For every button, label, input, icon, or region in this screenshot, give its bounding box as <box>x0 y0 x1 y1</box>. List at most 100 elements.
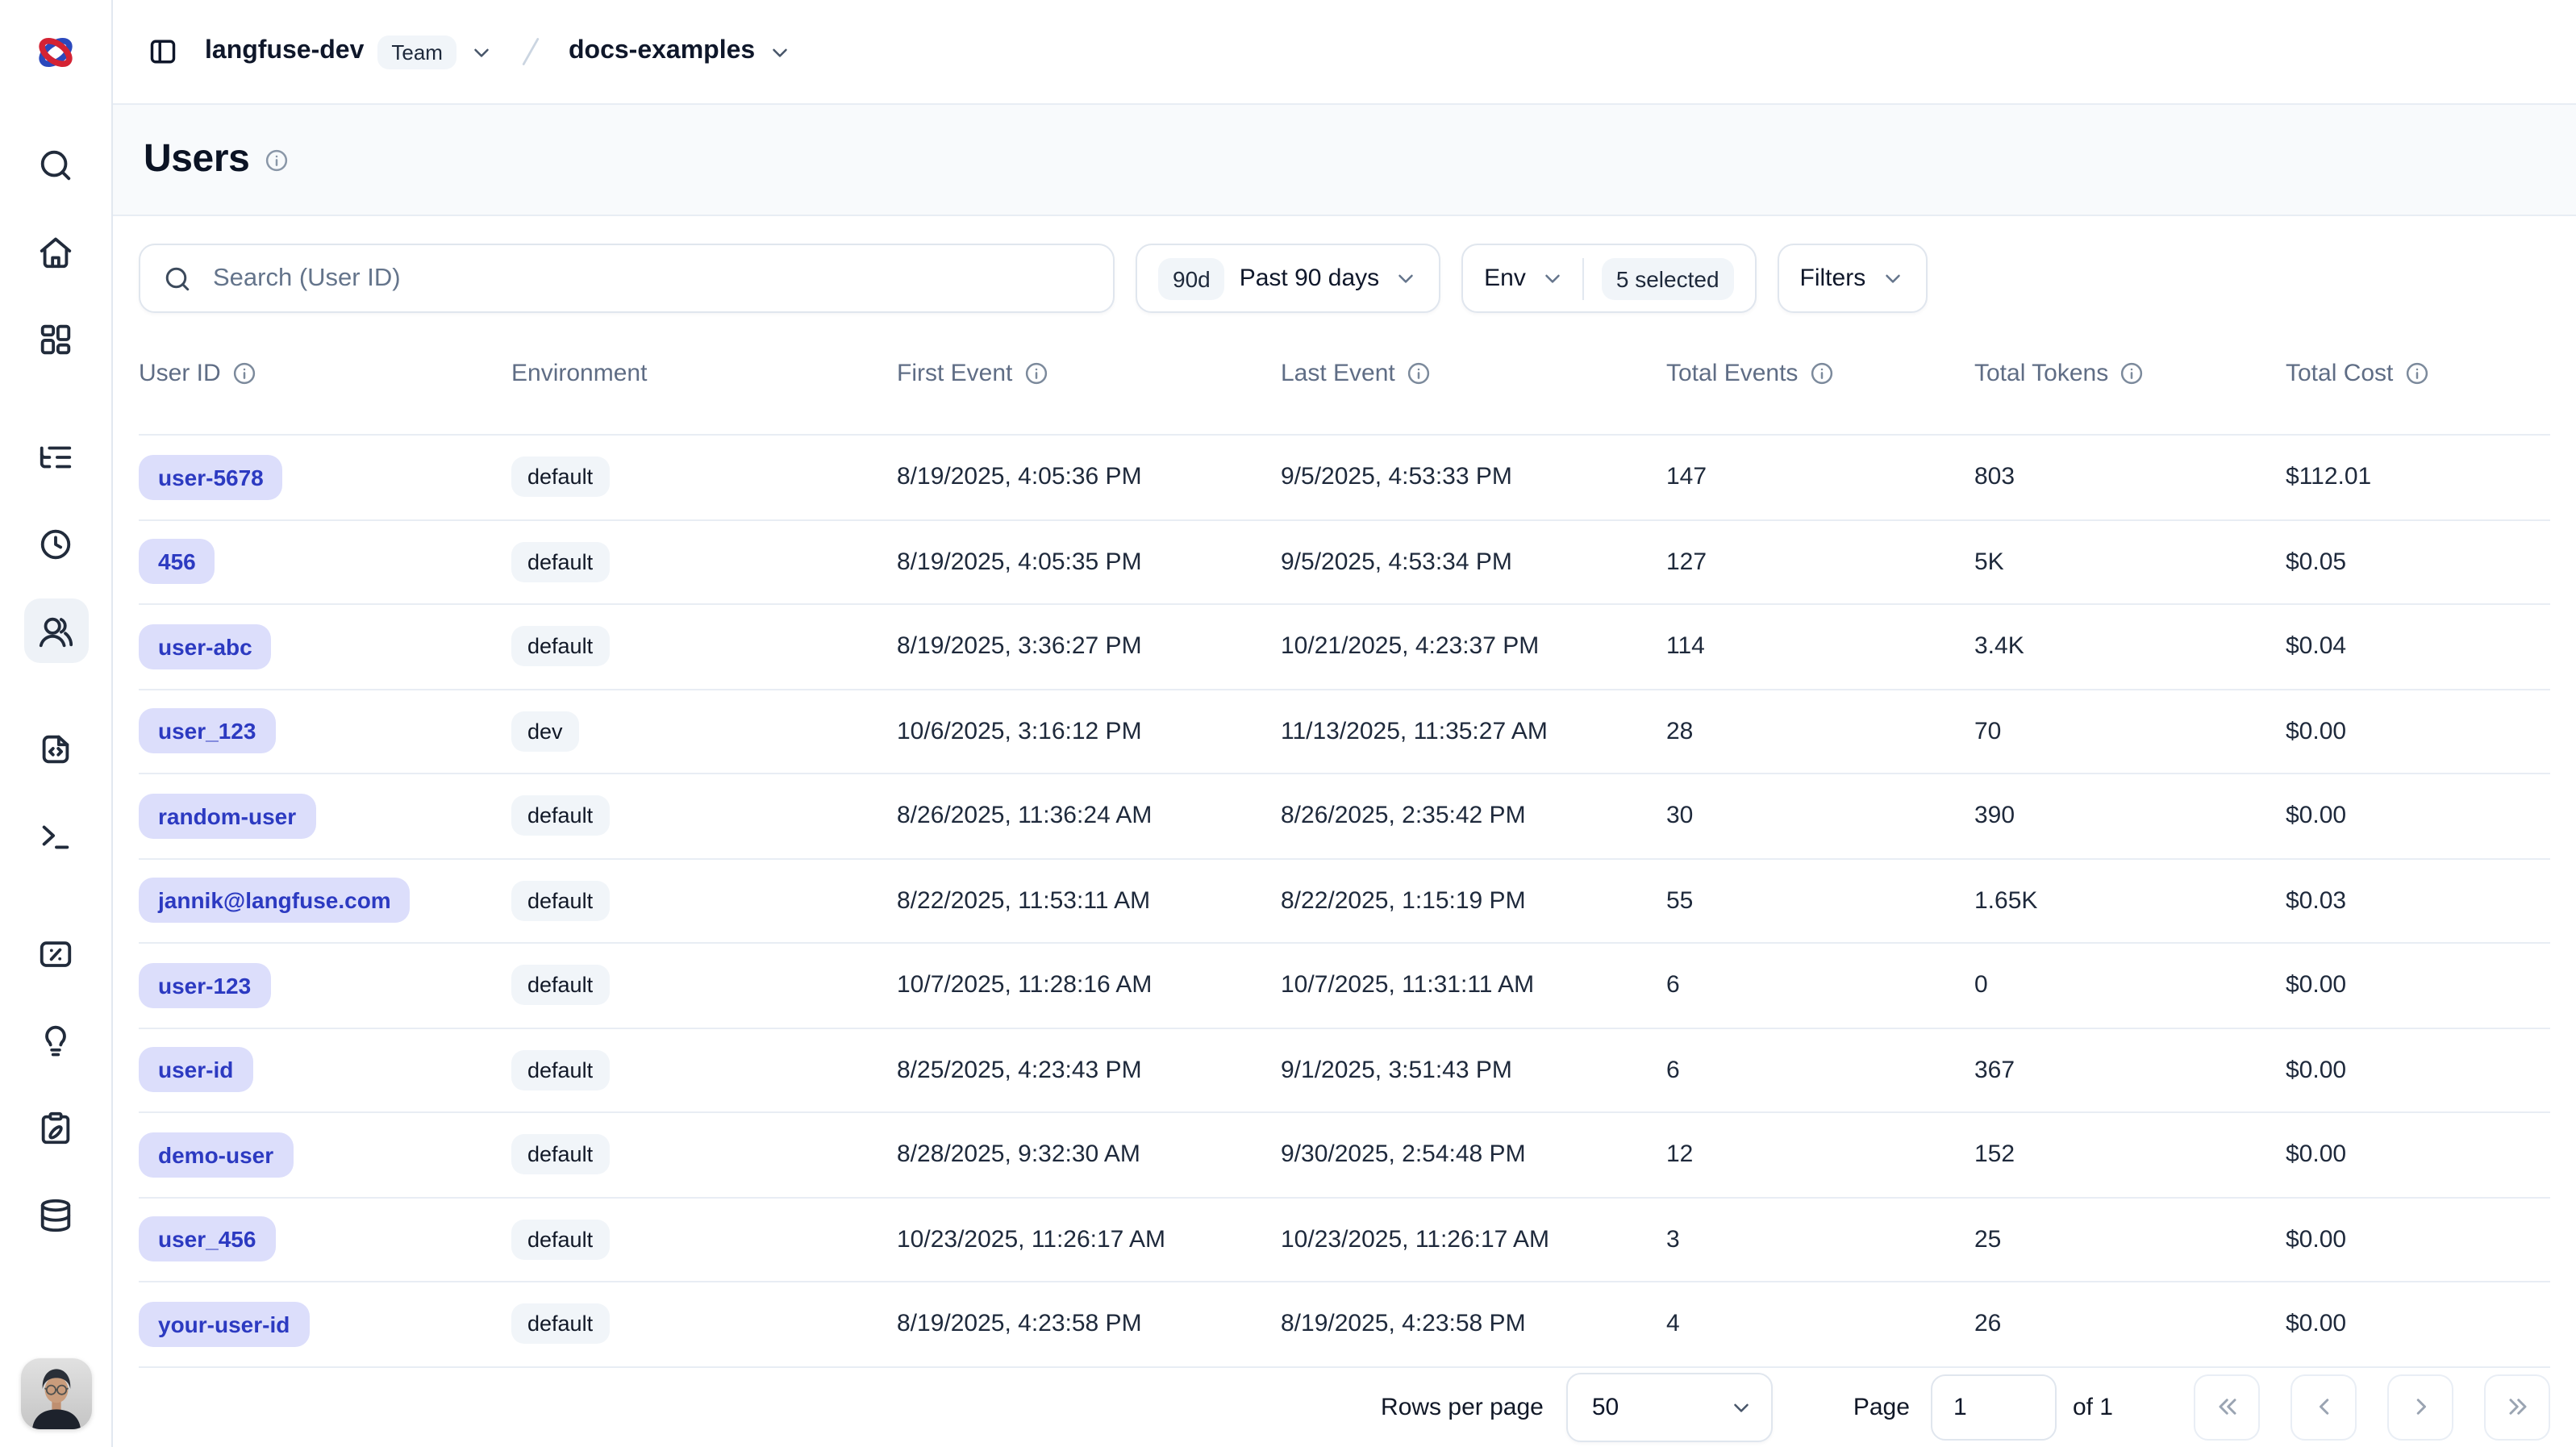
sidebar-item-search[interactable] <box>23 132 88 197</box>
environment-badge: dev <box>511 711 579 752</box>
search-icon <box>37 146 74 183</box>
app-viewport: langfuse-dev Team docs-examples Users <box>0 0 2576 1447</box>
sidebar-item-insights[interactable] <box>23 1008 88 1073</box>
page-number-input[interactable] <box>1931 1374 2057 1441</box>
table-row[interactable]: jannik@langfuse.comdefault8/22/2025, 11:… <box>139 857 2550 942</box>
column-info-icon[interactable] <box>2404 361 2428 386</box>
user-id-badge[interactable]: user_123 <box>139 709 275 754</box>
column-label: Last Event <box>1281 360 1395 387</box>
total-tokens-cell: 152 <box>1974 1141 2286 1169</box>
total-tokens-cell: 5K <box>1974 548 2286 576</box>
environment-badge: default <box>511 881 609 921</box>
sidebar-item-prompts[interactable] <box>23 716 88 781</box>
chevron-left-icon <box>2309 1393 2338 1422</box>
previous-page-button[interactable] <box>2290 1374 2357 1441</box>
environment-filter-button[interactable]: Env 5 selected <box>1461 244 1756 313</box>
page-label: Page <box>1853 1394 1910 1421</box>
user-id-badge[interactable]: user-123 <box>139 963 270 1008</box>
total-cost-cell: $0.03 <box>2286 887 2550 915</box>
total-cost-cell: $0.04 <box>2286 633 2550 661</box>
sidebar-item-users[interactable] <box>23 598 88 663</box>
first-event-cell: 8/25/2025, 4:23:43 PM <box>897 1057 1281 1084</box>
first-event-cell: 10/23/2025, 11:26:17 AM <box>897 1226 1281 1253</box>
sidebar-item-playground[interactable] <box>23 803 88 868</box>
last-page-button[interactable] <box>2484 1374 2550 1441</box>
user-id-badge[interactable]: random-user <box>139 794 315 839</box>
page-title-info-icon[interactable] <box>264 148 288 172</box>
sidebar-toggle-button[interactable] <box>135 24 190 79</box>
langfuse-logo-icon[interactable] <box>0 0 111 103</box>
filters-button[interactable]: Filters <box>1778 244 1928 313</box>
column-label: Total Tokens <box>1974 360 2108 387</box>
table-row[interactable]: user-5678default8/19/2025, 4:05:36 PM9/5… <box>139 434 2550 519</box>
table-row[interactable]: user-iddefault8/25/2025, 4:23:43 PM9/1/2… <box>139 1027 2550 1111</box>
column-info-icon[interactable] <box>1809 361 1833 386</box>
page-title-band: Users <box>113 105 2576 216</box>
date-range-badge: 90d <box>1158 257 1225 299</box>
date-range-button[interactable]: 90d Past 90 days <box>1136 244 1440 313</box>
chevron-down-icon <box>1540 266 1565 290</box>
user-avatar[interactable] <box>20 1358 91 1429</box>
total-cost-cell: $0.00 <box>2286 718 2550 745</box>
user-id-badge[interactable]: demo-user <box>139 1132 293 1178</box>
environment-filter-label: Env <box>1484 265 1526 292</box>
table-row[interactable]: demo-userdefault8/28/2025, 9:32:30 AM9/3… <box>139 1111 2550 1196</box>
total-cost-cell: $0.00 <box>2286 803 2550 830</box>
user-id-badge[interactable]: 456 <box>139 540 215 585</box>
trace-tree-icon <box>37 438 74 475</box>
user-id-badge[interactable]: user_456 <box>139 1217 275 1262</box>
user-id-badge[interactable]: user-abc <box>139 624 272 669</box>
chevron-down-icon <box>1394 266 1418 290</box>
search-box[interactable] <box>139 244 1115 313</box>
total-tokens-cell: 803 <box>1974 464 2286 491</box>
table-body: user-5678 default 8/19/2025, 4:05:36 PM 9/5… <box>139 434 2550 1367</box>
sidebar <box>0 0 113 1447</box>
total-events-cell: 6 <box>1666 972 1974 999</box>
first-event-cell: 8/19/2025, 4:05:35 PM <box>897 548 1281 576</box>
table-row[interactable]: 456 default 8/19/2025, 4:05:35 PM9/5/2025,… <box>139 519 2550 603</box>
sidebar-item-evaluation[interactable] <box>23 921 88 986</box>
column-label: Total Cost <box>2286 360 2393 387</box>
first-event-cell: 8/19/2025, 4:05:36 PM <box>897 464 1281 491</box>
table-row[interactable]: user_456default10/23/2025, 11:26:17 AM10… <box>139 1196 2550 1281</box>
sidebar-item-home[interactable] <box>23 219 88 284</box>
breadcrumb-organization[interactable]: langfuse-dev Team <box>205 35 494 69</box>
column-header-total-cost: Total Cost <box>2286 360 2550 387</box>
table-row[interactable]: user_123dev10/6/2025, 3:16:12 PM11/13/20… <box>139 688 2550 773</box>
column-info-icon[interactable] <box>1023 361 1048 386</box>
sidebar-item-dashboards[interactable] <box>23 306 88 371</box>
total-cost-cell: $0.05 <box>2286 548 2550 576</box>
column-info-icon[interactable] <box>1407 361 1431 386</box>
breadcrumb-project[interactable]: docs-examples <box>569 37 792 66</box>
user-id-badge[interactable]: jannik@langfuse.com <box>139 878 411 924</box>
sidebar-item-annotation[interactable] <box>23 1095 88 1160</box>
table-row[interactable]: your-user-iddefault8/19/2025, 4:23:58 PM… <box>139 1281 2550 1366</box>
first-event-cell: 10/6/2025, 3:16:12 PM <box>897 718 1281 745</box>
total-cost-cell: $112.01 <box>2286 464 2550 491</box>
last-event-cell: 9/5/2025, 4:53:34 PM <box>1281 548 1666 576</box>
rows-per-page-select[interactable]: 50 <box>1566 1373 1773 1442</box>
sidebar-item-tracing[interactable] <box>23 424 88 489</box>
pagination-bar: Rows per page 50 Page of 1 <box>139 1367 2550 1447</box>
sidebar-item-sessions[interactable] <box>23 511 88 576</box>
table-row[interactable]: random-userdefault8/26/2025, 11:36:24 AM… <box>139 773 2550 857</box>
table-row[interactable]: user-123default10/7/2025, 11:28:16 AM10/… <box>139 942 2550 1027</box>
last-event-cell: 10/21/2025, 4:23:37 PM <box>1281 633 1666 661</box>
column-info-icon[interactable] <box>232 361 256 386</box>
user-id-badge[interactable]: user-id <box>139 1048 252 1093</box>
total-events-cell: 4 <box>1666 1311 1974 1338</box>
environment-selected-badge: 5 selected <box>1602 257 1734 299</box>
user-id-badge[interactable]: your-user-id <box>139 1302 309 1347</box>
next-page-button[interactable] <box>2387 1374 2453 1441</box>
last-event-cell: 8/26/2025, 2:35:42 PM <box>1281 803 1666 830</box>
total-tokens-cell: 70 <box>1974 718 2286 745</box>
total-tokens-cell: 25 <box>1974 1226 2286 1253</box>
table-row[interactable]: user-abcdefault8/19/2025, 3:36:27 PM10/2… <box>139 603 2550 688</box>
search-input[interactable] <box>210 262 1090 294</box>
first-page-button[interactable] <box>2194 1374 2260 1441</box>
home-icon <box>37 233 74 270</box>
column-info-icon[interactable] <box>2120 361 2144 386</box>
sidebar-item-datasets[interactable] <box>23 1182 88 1247</box>
environment-badge: default <box>511 542 609 582</box>
user-id-badge[interactable]: user-5678 <box>139 455 283 500</box>
